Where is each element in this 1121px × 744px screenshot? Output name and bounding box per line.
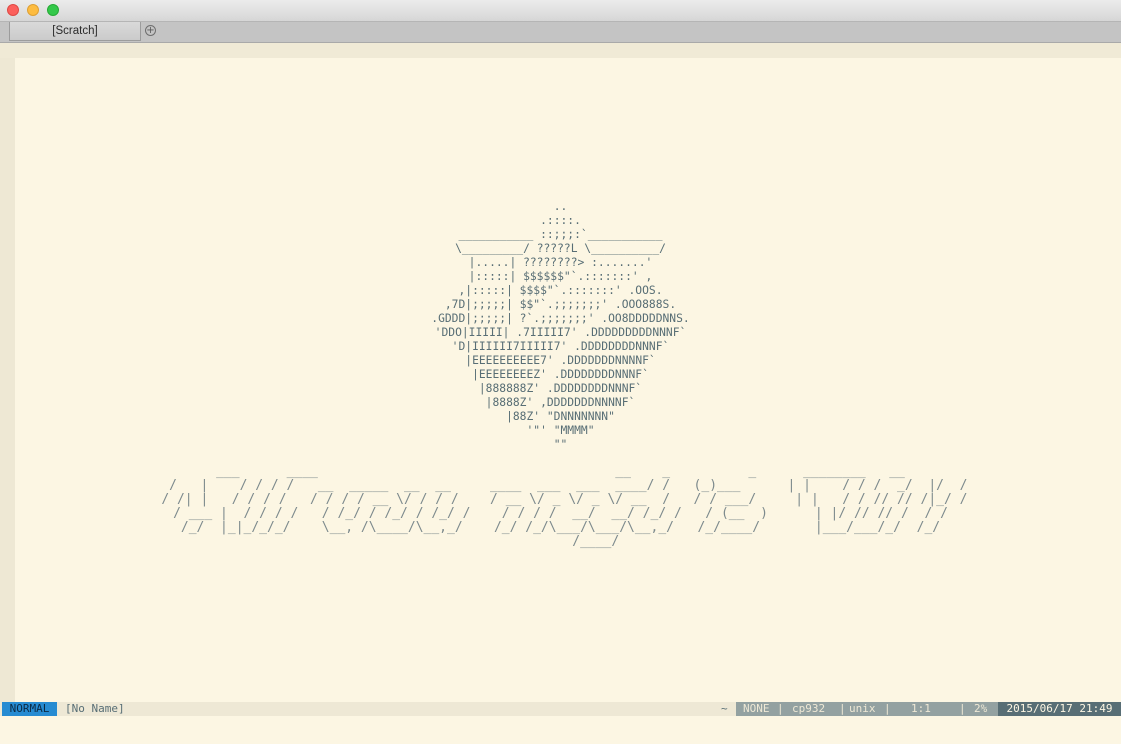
maximize-window-icon[interactable] bbox=[47, 4, 59, 16]
status-separator: | bbox=[839, 702, 846, 715]
cursor-position: 1:1 bbox=[911, 702, 931, 715]
close-window-icon[interactable] bbox=[7, 4, 19, 16]
editor-area[interactable]: .. .::::. ___________ ::;;;:`___________… bbox=[0, 43, 1121, 702]
tab-scratch[interactable]: [Scratch] bbox=[9, 22, 141, 41]
splash-banner-art: ___ ____ __ _ _ ________ __ / | / / / / … bbox=[161, 464, 968, 549]
mode-indicator: NORMAL bbox=[2, 702, 57, 716]
status-separator: | bbox=[884, 702, 891, 715]
status-separator: | bbox=[959, 702, 966, 715]
scroll-percent: 2% bbox=[974, 702, 988, 715]
tab-bar: [Scratch] + bbox=[0, 22, 1121, 43]
status-separator: | bbox=[777, 702, 784, 715]
status-line: NORMAL [No Name] ~ NONE | cp932 | unix |… bbox=[0, 702, 1121, 716]
status-tilde: ~ bbox=[721, 702, 728, 715]
command-line[interactable] bbox=[0, 716, 1121, 744]
editor-top-band bbox=[0, 43, 1121, 58]
vim-window: [Scratch] + .. .::::. ___________ ::;;;:… bbox=[0, 0, 1121, 744]
file-info-section: NONE | cp932 | unix | 1:1 | 2% bbox=[736, 702, 998, 716]
datetime-display: 2015/06/17 21:49 bbox=[998, 702, 1121, 716]
title-bar[interactable] bbox=[0, 0, 1121, 22]
file-format: unix bbox=[849, 702, 876, 715]
file-encoding: cp932 bbox=[792, 702, 826, 715]
buffer-name: [No Name] bbox=[65, 702, 125, 715]
add-tab-icon[interactable]: + bbox=[145, 25, 156, 36]
splash-logo-art: .. .::::. ___________ ::;;;:`___________… bbox=[431, 200, 690, 451]
minimize-window-icon[interactable] bbox=[27, 4, 39, 16]
encoding-none: NONE bbox=[743, 702, 770, 715]
